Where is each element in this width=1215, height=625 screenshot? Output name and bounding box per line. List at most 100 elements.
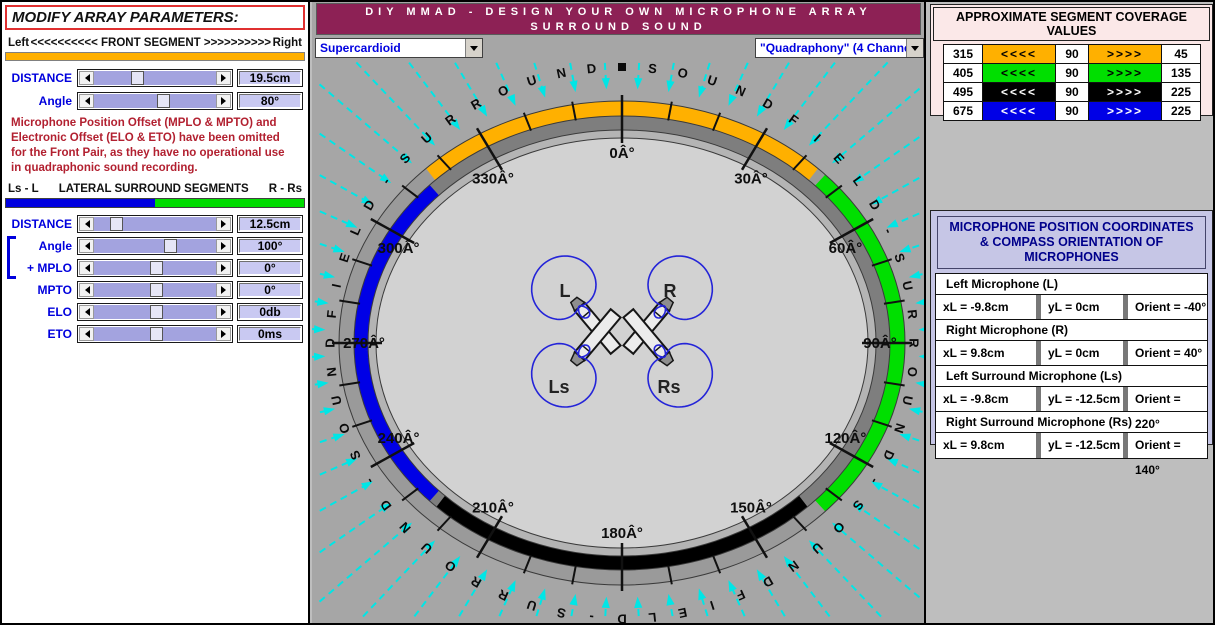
slider-left-arrow-button[interactable] (79, 238, 94, 253)
slider-thumb[interactable] (150, 282, 164, 297)
arrow-head-icon (537, 85, 546, 98)
note-line: Microphone Position Offset (MPLO & MPTO)… (11, 117, 277, 129)
right-surround-color (155, 199, 304, 207)
arrow-shaft (859, 136, 920, 179)
parameter-row: ETO 0ms (5, 323, 305, 344)
arrow-head-icon (634, 77, 643, 90)
slider-left-arrow-button[interactable] (79, 71, 94, 85)
mic-data-row: xL = -9.8cm yL = 0cm Orient = -40° (936, 295, 1207, 320)
app-title-line1: DIY MMAD - DESIGN YOUR OWN MICROPHONE AR… (365, 6, 872, 18)
slider-track[interactable] (94, 326, 216, 341)
arrow-shaft (569, 62, 575, 84)
ring-letter: U (525, 72, 539, 89)
slider-mplo[interactable] (77, 258, 233, 277)
mic-cell: xL = 9.8cm (936, 433, 1036, 458)
left-arrow-icon (81, 74, 90, 82)
note-line: in quadraphonic sound recording. (11, 162, 198, 174)
app-window: MODIFY ARRAY PARAMETERS: Left <<<<<<<<<<… (0, 0, 1215, 625)
slider-left-arrow-button[interactable] (79, 94, 94, 108)
value-box: 100° (237, 236, 303, 255)
slider-right-arrow-button[interactable] (216, 216, 231, 231)
slider-distance[interactable] (77, 69, 233, 87)
slider-thumb[interactable] (150, 304, 164, 319)
parameter-row: DISTANCE 19.5cm (5, 68, 305, 88)
slider-thumb[interactable] (163, 238, 177, 253)
ring-letter: O (904, 366, 920, 378)
value-box: 0ms (237, 324, 303, 343)
slider-track[interactable] (94, 238, 216, 253)
slider-right-arrow-button[interactable] (216, 260, 231, 275)
note-line: for the Front Pair, as they have no oper… (11, 147, 285, 159)
slider-thumb[interactable] (157, 94, 171, 108)
mic-data-row: xL = 9.8cm yL = -12.5cm Orient = 140° (936, 433, 1207, 477)
slider-right-arrow-button[interactable] (216, 238, 231, 253)
ring-letter: N (555, 65, 567, 82)
note-line: Electronic Offset (ELO & ETO) have been … (11, 132, 280, 144)
arrow-shaft (838, 87, 921, 159)
slider-left-arrow-button[interactable] (79, 326, 94, 341)
ring-letter: E (677, 605, 689, 622)
degree-label: 30Â° (734, 169, 768, 187)
slider-angle[interactable] (77, 92, 233, 110)
slider-right-arrow-button[interactable] (216, 304, 231, 319)
parameter-row: ELO 0db (5, 301, 305, 322)
slider-right-arrow-button[interactable] (216, 282, 231, 297)
coverage-title: APPROXIMATE SEGMENT COVERAGE VALUES (933, 7, 1210, 41)
arrow-head-icon (601, 77, 610, 90)
lateral-center-label: LATERAL SURROUND SEGMENTS (58, 183, 249, 195)
coverage-end-value: 225 (1161, 102, 1201, 120)
arrow-head-icon (323, 407, 336, 416)
coverage-panel: APPROXIMATE SEGMENT COVERAGE VALUES 315 <… (930, 4, 1213, 121)
slider-right-arrow-button[interactable] (216, 71, 231, 85)
slider-angle[interactable] (77, 236, 233, 255)
slider-eto[interactable] (77, 324, 233, 343)
ring-letter: D (866, 197, 884, 213)
slider-thumb[interactable] (150, 260, 164, 275)
mic-cell: yL = 0cm (1041, 341, 1123, 365)
slider-elo[interactable] (77, 302, 233, 321)
mic-header: Right Surround Microphone (Rs) (936, 412, 1207, 433)
slider-track[interactable] (94, 304, 216, 319)
mic-cell: xL = 9.8cm (936, 341, 1036, 365)
slider-track[interactable] (94, 282, 216, 297)
slider-distance[interactable] (77, 214, 233, 233)
arrow-shaft (319, 174, 366, 202)
coverage-span-value: 90 (1055, 64, 1089, 82)
coverage-left-arrows: <<<< (983, 102, 1055, 120)
slider-left-arrow-button[interactable] (79, 304, 94, 319)
slider-right-arrow-button[interactable] (216, 94, 231, 108)
slider-left-arrow-button[interactable] (79, 282, 94, 297)
slider-thumb[interactable] (150, 326, 164, 341)
value-text: 100° (239, 238, 301, 253)
slider-left-arrow-button[interactable] (79, 216, 94, 231)
coverage-row: 405 <<<< 90 >>>> 135 (943, 64, 1201, 83)
slider-left-arrow-button[interactable] (79, 260, 94, 275)
slider-right-arrow-button[interactable] (216, 326, 231, 341)
value-box: 0° (237, 280, 303, 299)
value-text: 12.5cm (239, 216, 301, 231)
arrow-shaft (878, 177, 920, 202)
arrow-shaft (924, 301, 926, 302)
mic-cell: yL = -12.5cm (1041, 433, 1123, 458)
slider-track[interactable] (94, 260, 216, 275)
parameter-row: DISTANCE 12.5cm (5, 213, 305, 234)
slider-thumb[interactable] (109, 216, 123, 231)
arrow-shaft (637, 62, 641, 81)
arrow-head-icon (918, 354, 924, 359)
arrow-shaft (319, 484, 366, 512)
degree-label: 180Â° (601, 524, 643, 542)
mic-header: Right Microphone (R) (936, 320, 1207, 341)
slider-track[interactable] (94, 216, 216, 231)
slider-label: DISTANCE (11, 71, 72, 85)
degree-label: 210Â° (472, 499, 514, 517)
slider-mpto[interactable] (77, 280, 233, 299)
slider-thumb[interactable] (130, 71, 144, 85)
slider-track[interactable] (94, 94, 216, 108)
ring-letter: D (586, 61, 597, 77)
ring-letter: S (555, 605, 567, 622)
slider-track[interactable] (94, 71, 216, 85)
right-arrow-icon (220, 74, 230, 82)
left-surround-color (6, 199, 155, 207)
slider-label: ETO (47, 326, 72, 341)
arrow-head-icon (698, 85, 707, 98)
